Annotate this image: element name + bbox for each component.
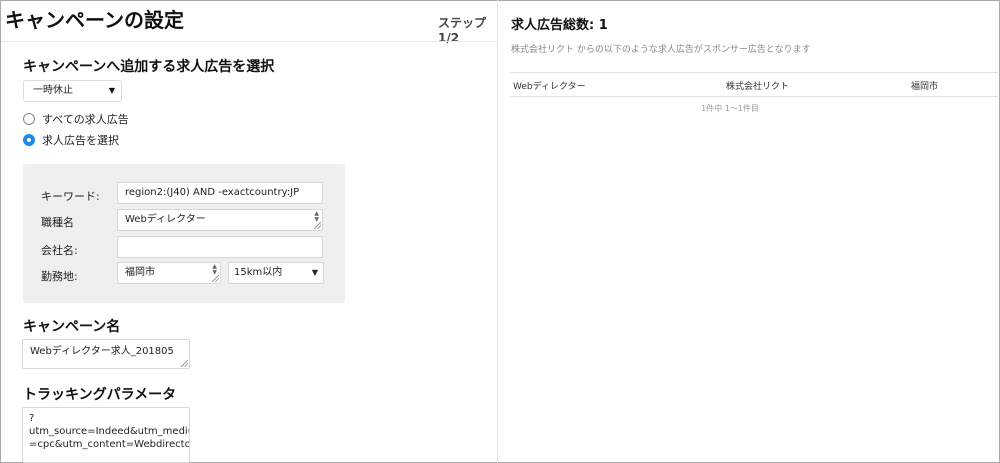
resize-grip-icon[interactable] — [212, 275, 219, 282]
table-row[interactable]: Webディレクター 株式会社リクト 福岡市 — [510, 72, 998, 97]
campaign-name-input[interactable]: Webディレクター求人_201805 — [22, 339, 190, 369]
sponsor-note: 株式会社リクト からの以下のような求人広告がスポンサー広告となります — [511, 45, 811, 55]
distance-select[interactable]: 15km以内 ▼ — [228, 262, 324, 284]
resize-grip-icon[interactable] — [314, 222, 321, 229]
total-ads-count: 求人広告総数: 1 — [511, 18, 608, 33]
radio-all-ads-label: すべての求人広告 — [42, 113, 129, 126]
radio-select-ads[interactable]: 求人広告を選択 — [23, 132, 119, 148]
tracking-line: utm_source=Indeed&utm_medium — [29, 426, 190, 437]
status-select[interactable]: 一時休止 ▼ — [23, 80, 122, 102]
campaign-name-heading: キャンペーン名 — [23, 319, 121, 335]
location-label: 勤務地: — [41, 270, 78, 283]
tracking-line: ? — [29, 413, 35, 424]
campaign-settings-pane: キャンペーンの設定 ステップ1/2 キャンペーンへ追加する求人広告を選択 一時休… — [1, 1, 498, 463]
page-title: キャンペーンの設定 — [5, 8, 184, 32]
target-ads-heading: キャンペーンへ追加する求人広告を選択 — [23, 59, 275, 75]
chevron-down-icon: ▼ — [311, 268, 318, 277]
tracking-heading: トラッキングパラメータ — [23, 387, 177, 403]
campaign-name-value: Webディレクター求人_201805 — [30, 346, 174, 357]
radio-all-ads[interactable]: すべての求人広告 — [23, 111, 129, 127]
company-input[interactable] — [117, 236, 323, 258]
radio-select-ads-label: 求人広告を選択 — [42, 134, 119, 147]
cell-company: 株式会社リクト — [726, 82, 790, 92]
radio-checked-icon[interactable] — [23, 134, 35, 146]
status-select-value: 一時休止 — [33, 85, 73, 96]
location-input-value: 福岡市 — [125, 267, 155, 278]
cell-location: 福岡市 — [911, 82, 939, 92]
results-table: Webディレクター 株式会社リクト 福岡市 1件中 1〜1件目 — [510, 72, 998, 113]
company-label: 会社名: — [41, 244, 78, 257]
resize-grip-icon[interactable] — [181, 360, 188, 367]
keyword-label: キーワード: — [41, 190, 100, 203]
radio-unchecked-icon[interactable] — [23, 113, 35, 125]
keyword-input[interactable]: region2:(J40) AND -exactcountry:JP — [117, 182, 323, 204]
location-input[interactable]: 福岡市 ▲ ▼ — [117, 262, 221, 284]
job-title-label: 職種名 — [41, 216, 74, 229]
filter-panel: キーワード: region2:(J40) AND -exactcountry:J… — [23, 164, 345, 303]
job-title-input[interactable]: Webディレクター ▲ ▼ — [117, 209, 323, 231]
chevron-down-icon: ▼ — [108, 86, 115, 95]
tracking-textarea[interactable]: ? utm_source=Indeed&utm_medium =cpc&utm_… — [22, 407, 190, 463]
cell-job-title: Webディレクター — [513, 82, 586, 92]
keyword-input-value: region2:(J40) AND -exactcountry:JP — [125, 187, 300, 198]
tracking-line: =cpc&utm_content=Webdirector — [29, 439, 190, 450]
pagination-info: 1件中 1〜1件目 — [701, 104, 759, 113]
results-pane: 求人広告総数: 1 株式会社リクト からの以下のような求人広告がスポンサー広告と… — [498, 1, 999, 462]
header-divider — [1, 41, 498, 42]
job-title-input-value: Webディレクター — [125, 214, 206, 225]
distance-select-value: 15km以内 — [234, 267, 283, 278]
